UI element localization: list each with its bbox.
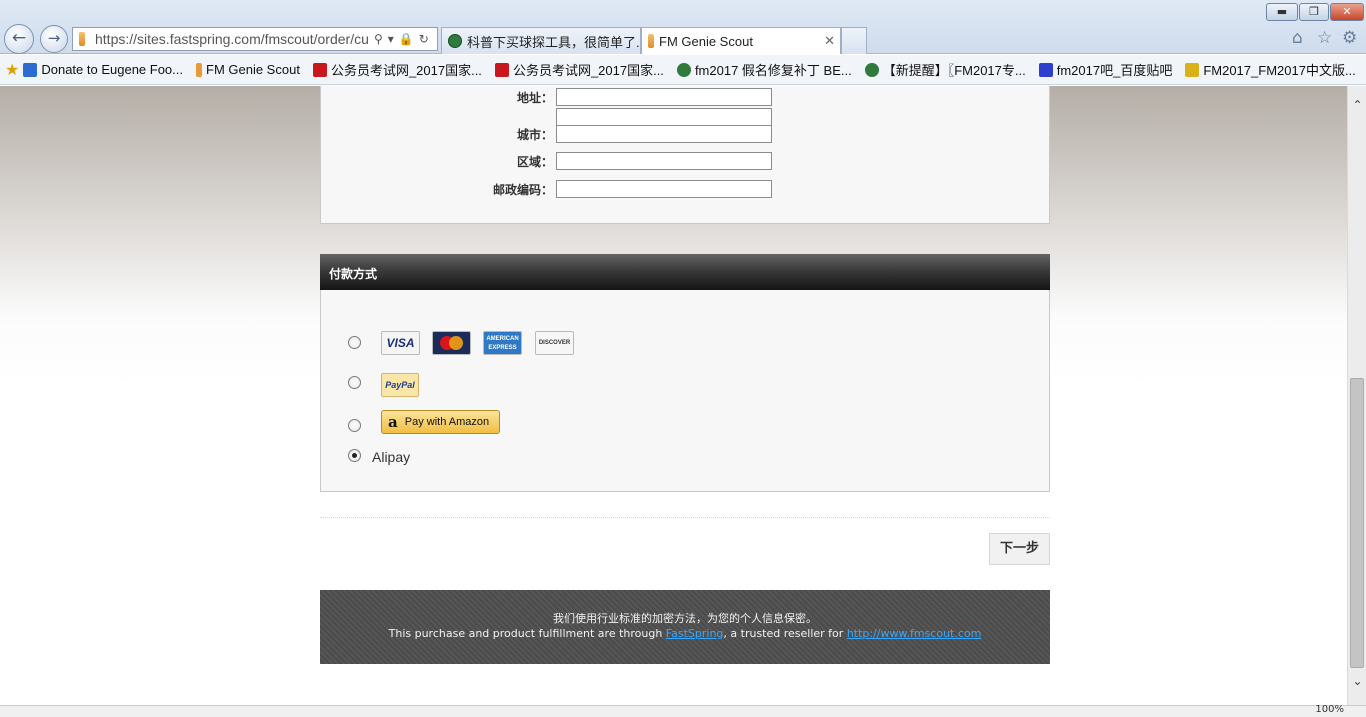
close-window-button[interactable]: ✕: [1330, 3, 1364, 21]
maximize-button[interactable]: ❐: [1299, 3, 1329, 21]
fmscout-link[interactable]: http://www.fmscout.com: [847, 627, 982, 640]
security-footer: 我们使用行业标准的加密方法，为您的个人信息保密。 This purchase a…: [320, 590, 1050, 664]
scroll-down-arrow-icon[interactable]: ⌄: [1350, 674, 1365, 690]
refresh-icon[interactable]: ↻: [419, 32, 429, 46]
tab-active[interactable]: FM Genie Scout ✕: [641, 27, 841, 54]
baidu-paw-icon: [1038, 62, 1053, 77]
region-row: 区域：: [321, 152, 1051, 170]
url-text[interactable]: https://sites.fastspring.com/fmscout/ord…: [95, 31, 369, 47]
amazon-button-label: Pay with Amazon: [404, 416, 490, 428]
ie-page-icon: [23, 62, 38, 77]
favorite-item[interactable]: fm2017吧_百度贴吧: [1038, 60, 1173, 79]
tab-1[interactable]: 科普下买球探工具，很简单了...: [441, 27, 641, 54]
region-label: 区域：: [516, 155, 553, 169]
minimize-button[interactable]: ▬: [1266, 3, 1298, 21]
discover-logo: DISCOVER: [535, 331, 574, 355]
forward-button[interactable]: →: [40, 25, 68, 53]
favorite-item[interactable]: FM Genie Scout: [196, 62, 300, 77]
search-icon[interactable]: ⚲: [374, 32, 383, 46]
address-row-2: [321, 108, 1051, 126]
payment-section-title: 付款方式: [320, 254, 1050, 290]
browser-toolbar: ← → https://sites.fastspring.com/fmscout…: [0, 0, 1366, 54]
favorite-label: 公务员考试网_2017国家...: [330, 63, 482, 78]
footer-text-mid: , a trusted reseller for: [723, 627, 847, 640]
address-line2-input[interactable]: [556, 108, 772, 126]
footer-reseller-line: This purchase and product fulfillment ar…: [320, 626, 1050, 641]
add-favorite-icon[interactable]: ★: [5, 60, 19, 79]
footer-privacy-text: 我们使用行业标准的加密方法，为您的个人信息保密。: [553, 612, 817, 625]
postal-code-input[interactable]: [556, 180, 772, 198]
amazon-radio[interactable]: [348, 419, 361, 432]
home-icon[interactable]: ⌂: [1292, 28, 1303, 48]
zoom-level[interactable]: 100%: [1315, 704, 1344, 715]
bookmark-page-icon: [648, 34, 654, 48]
tab-title: FM Genie Scout: [659, 33, 753, 49]
visa-logo: VISA: [381, 331, 420, 355]
alipay-radio[interactable]: [348, 449, 361, 462]
postal-code-label: 邮政编码：: [492, 183, 553, 197]
page-favicon-icon: [79, 32, 85, 46]
address-label: 地址：: [516, 91, 553, 105]
favorite-item[interactable]: Donate to Eugene Foo...: [23, 62, 183, 77]
address-bar[interactable]: https://sites.fastspring.com/fmscout/ord…: [72, 27, 438, 51]
mastercard-logo: [432, 331, 471, 355]
gear-icon[interactable]: ⚙: [1342, 28, 1357, 48]
favorite-label: fm2017 假名修复补丁 BE...: [694, 63, 852, 78]
address-line1-input[interactable]: [556, 88, 772, 106]
bookmark-page-icon: [196, 62, 202, 77]
postal-code-row: 邮政编码：: [321, 180, 1051, 198]
alipay-label[interactable]: Alipay: [372, 449, 410, 465]
pay-with-amazon-button[interactable]: a Pay with Amazon: [381, 410, 500, 434]
region-input[interactable]: [556, 152, 772, 170]
scroll-thumb[interactable]: [1350, 378, 1364, 668]
next-step-button[interactable]: 下一步: [989, 533, 1050, 565]
footer-text-pre: This purchase and product fulfillment ar…: [388, 627, 666, 640]
dropdown-arrow-icon[interactable]: ▾: [388, 32, 394, 46]
green-site-icon: [448, 34, 462, 48]
favorite-label: fm2017吧_百度贴吧: [1056, 63, 1173, 78]
address-form: 地址： 城市： 区域： 邮政编码：: [320, 86, 1050, 224]
amex-logo: AMERICAN EXPRESS: [483, 331, 522, 355]
close-tab-icon[interactable]: ✕: [824, 33, 835, 49]
favorite-label: Donate to Eugene Foo...: [41, 62, 183, 77]
paypal-logo: PayPal: [381, 373, 419, 397]
city-label: 城市：: [516, 128, 553, 142]
favorite-label: 【新提醒】〖FM2017专...: [882, 63, 1026, 78]
favorites-bar: ★ Donate to Eugene Foo... FM Genie Scout…: [0, 55, 1366, 85]
tab-title: 科普下买球探工具，很简单了...: [467, 34, 641, 50]
new-tab-button[interactable]: [841, 27, 867, 54]
favorites-star-icon[interactable]: ☆: [1317, 28, 1332, 48]
lock-icon[interactable]: 🔒: [399, 32, 414, 46]
favorite-item[interactable]: 【新提醒】〖FM2017专...: [864, 60, 1026, 79]
green-site-icon: [676, 62, 691, 77]
amazon-logo-icon: a: [388, 413, 398, 431]
favorite-item[interactable]: FM2017_FM2017中文版...: [1185, 60, 1356, 79]
fastspring-link[interactable]: FastSpring: [666, 627, 724, 640]
back-button[interactable]: ←: [4, 24, 34, 54]
address-row: 地址：: [321, 88, 1051, 106]
red-grid-icon: [312, 62, 327, 77]
vertical-scrollbar[interactable]: ⌃ ⌄: [1347, 86, 1366, 705]
we-logo-icon: [1185, 62, 1200, 77]
favorite-label: FM2017_FM2017中文版...: [1203, 63, 1356, 78]
city-row: 城市：: [321, 125, 1051, 143]
favorite-item[interactable]: 公务员考试网_2017国家...: [494, 60, 664, 79]
paypal-radio[interactable]: [348, 376, 361, 389]
red-grid-icon: [494, 62, 509, 77]
page-viewport: 地址： 城市： 区域： 邮政编码： 付款方式 VISA AMERICAN EXP…: [0, 86, 1347, 705]
city-input[interactable]: [556, 125, 772, 143]
favorite-label: 公务员考试网_2017国家...: [512, 63, 664, 78]
payment-methods: VISA AMERICAN EXPRESS DISCOVER PayPal a …: [320, 290, 1050, 492]
status-bar: 100%: [0, 704, 1366, 717]
card-radio[interactable]: [348, 336, 361, 349]
favorite-item[interactable]: fm2017 假名修复补丁 BE...: [676, 60, 852, 79]
favorite-item[interactable]: 公务员考试网_2017国家...: [312, 60, 482, 79]
scroll-up-arrow-icon[interactable]: ⌃: [1350, 98, 1365, 114]
favorite-label: FM Genie Scout: [206, 62, 300, 77]
mastercard-orange-circle: [449, 336, 463, 350]
green-site-icon: [864, 62, 879, 77]
section-divider: [320, 517, 1050, 518]
